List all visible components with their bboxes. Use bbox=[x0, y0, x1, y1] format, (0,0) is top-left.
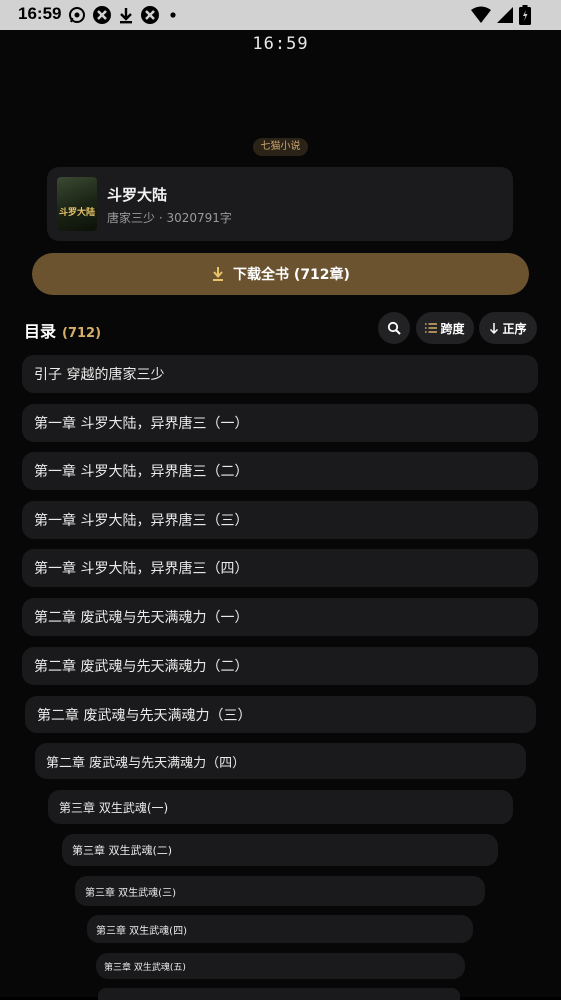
chapter-item[interactable]: 第三章 双生武魂(五) bbox=[96, 953, 465, 979]
toc-title: 目录 bbox=[24, 322, 57, 341]
search-button[interactable] bbox=[378, 312, 410, 344]
span-label: 跨度 bbox=[440, 321, 465, 336]
chapter-item[interactable]: 第一章 斗罗大陆，异界唐三（三） bbox=[22, 501, 538, 539]
chapter-item[interactable]: 第二章 废武魂与先天满魂力（一） bbox=[22, 598, 538, 636]
search-icon bbox=[387, 321, 401, 335]
chapter-item[interactable]: 第二章 废武魂与先天满魂力（二） bbox=[22, 647, 538, 685]
book-title: 斗罗大陆 bbox=[107, 186, 168, 204]
download-notification-icon bbox=[120, 8, 132, 24]
app-notification-icon-2 bbox=[141, 6, 159, 24]
arrow-down-icon bbox=[490, 323, 499, 334]
source-badge: 七猫小说 bbox=[253, 138, 308, 156]
chapter-item[interactable]: 第一章 斗罗大陆，异界唐三（一） bbox=[22, 404, 538, 442]
chapter-title: 第三章 双生武魂(四) bbox=[96, 925, 187, 937]
chapter-title: 第二章 废武魂与先天满魂力（一） bbox=[34, 610, 249, 626]
order-label: 正序 bbox=[502, 321, 527, 336]
chapter-title: 第一章 斗罗大陆，异界唐三（三） bbox=[34, 513, 249, 529]
chapter-item[interactable]: 第三章 双生武魂(二) bbox=[62, 834, 498, 866]
sort-order-button[interactable]: 正序 bbox=[479, 312, 537, 344]
toc-count: (712) bbox=[62, 326, 102, 341]
book-card[interactable]: 斗罗大陆 斗罗大陆 唐家三少 · 3020791字 bbox=[47, 167, 513, 241]
chapter-title: 第三章 双生武魂(五) bbox=[104, 962, 186, 973]
battery-icon bbox=[519, 5, 531, 25]
chapter-title: 第三章 双生武魂(一) bbox=[59, 800, 169, 815]
chapter-title: 引子 穿越的唐家三少 bbox=[34, 367, 165, 383]
whatsapp-icon bbox=[69, 7, 85, 23]
download-all-button[interactable]: 下载全书 (712章) bbox=[32, 253, 529, 295]
chapter-title: 第二章 废武魂与先天满魂力（三） bbox=[37, 707, 252, 724]
wifi-icon bbox=[471, 6, 491, 23]
status-bar: 16:59 bbox=[0, 0, 561, 30]
chapter-item[interactable]: 引子 穿越的唐家三少 bbox=[22, 355, 538, 393]
notification-icons bbox=[68, 5, 180, 25]
chapter-item-partial[interactable] bbox=[98, 988, 460, 1000]
app-notification-icon bbox=[93, 6, 111, 24]
book-cover: 斗罗大陆 bbox=[57, 177, 97, 231]
chapter-title: 第一章 斗罗大陆，异界唐三（二） bbox=[34, 464, 249, 480]
chapter-item[interactable]: 第三章 双生武魂(三) bbox=[75, 876, 485, 906]
chapter-title: 第二章 废武魂与先天满魂力（四） bbox=[46, 755, 246, 771]
chapter-item[interactable]: 第二章 废武魂与先天满魂力（四） bbox=[35, 743, 526, 779]
header-clock: 16:59 bbox=[252, 34, 309, 54]
chapter-title: 第二章 废武魂与先天满魂力（二） bbox=[34, 659, 249, 675]
book-meta: 唐家三少 · 3020791字 bbox=[107, 211, 232, 225]
chapter-title: 第三章 双生武魂(二) bbox=[72, 844, 173, 857]
chapter-item[interactable]: 第二章 废武魂与先天满魂力（三） bbox=[25, 696, 536, 733]
status-time: 16:59 bbox=[18, 4, 62, 23]
toc-header: 目录 (712) bbox=[24, 318, 101, 342]
chapter-title: 第一章 斗罗大陆，异界唐三（一） bbox=[34, 416, 249, 432]
chapter-item[interactable]: 第一章 斗罗大陆，异界唐三（二） bbox=[22, 452, 538, 490]
list-icon bbox=[425, 323, 438, 333]
signal-icon bbox=[497, 7, 513, 23]
system-icons bbox=[471, 5, 531, 25]
more-dot-icon bbox=[170, 12, 176, 18]
download-icon bbox=[213, 267, 224, 281]
span-button[interactable]: 跨度 bbox=[416, 312, 474, 344]
chapter-item[interactable]: 第三章 双生武魂(四) bbox=[87, 915, 473, 943]
cover-title: 斗罗大陆 bbox=[59, 208, 96, 218]
chapter-item[interactable]: 第一章 斗罗大陆，异界唐三（四） bbox=[22, 549, 538, 587]
download-label: 下载全书 (712章) bbox=[233, 267, 350, 283]
chapter-title: 第三章 双生武魂(三) bbox=[85, 887, 176, 899]
chapter-list-screen: 16:59 七猫小说 斗罗大陆 斗罗大陆 唐家三少 · 3020791字 下载全… bbox=[0, 30, 561, 1000]
chapter-title: 第一章 斗罗大陆，异界唐三（四） bbox=[34, 561, 249, 577]
chapter-item[interactable]: 第三章 双生武魂(一) bbox=[48, 790, 513, 824]
